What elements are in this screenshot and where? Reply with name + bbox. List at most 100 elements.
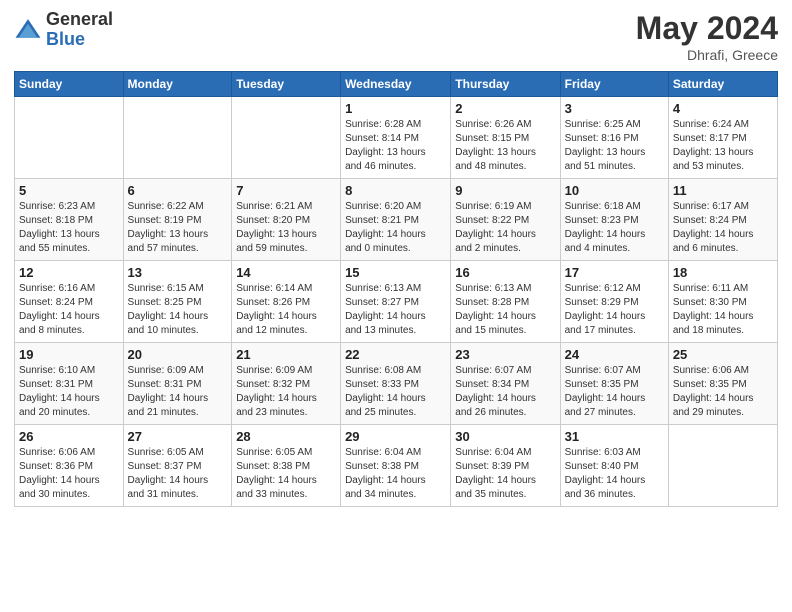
day-info: Sunrise: 6:12 AM Sunset: 8:29 PM Dayligh… <box>565 282 664 338</box>
day-number: 29 <box>345 429 446 444</box>
col-wednesday: Wednesday <box>341 72 451 97</box>
calendar-cell: 26 Sunrise: 6:06 AM Sunset: 8:36 PM Dayli… <box>15 425 124 507</box>
day-info: Sunrise: 6:17 AM Sunset: 8:24 PM Dayligh… <box>673 200 773 256</box>
col-monday: Monday <box>123 72 232 97</box>
logo-icon <box>14 16 42 44</box>
calendar-cell <box>668 425 777 507</box>
calendar-cell: 28 Sunrise: 6:05 AM Sunset: 8:38 PM Dayli… <box>232 425 341 507</box>
day-number: 14 <box>236 265 336 280</box>
calendar-week-0: 1 Sunrise: 6:28 AM Sunset: 8:14 PM Daylig… <box>15 97 778 179</box>
calendar-cell: 21Sunrise: 6:09 AM Sunset: 8:32 PM Dayli… <box>232 343 341 425</box>
calendar-cell: 20Sunrise: 6:09 AM Sunset: 8:31 PM Dayli… <box>123 343 232 425</box>
day-number: 6 <box>128 183 228 198</box>
calendar-location: Dhrafi, Greece <box>636 47 778 63</box>
day-info: Sunrise: 6:23 AM Sunset: 8:18 PM Dayligh… <box>19 200 119 256</box>
calendar-cell: 16 Sunrise: 6:13 AM Sunset: 8:28 PM Dayli… <box>451 261 560 343</box>
day-info: Sunrise: 6:05 AM Sunset: 8:38 PM Dayligh… <box>236 446 336 502</box>
title-block: May 2024 Dhrafi, Greece <box>636 10 778 63</box>
col-thursday: Thursday <box>451 72 560 97</box>
day-number: 26 <box>19 429 119 444</box>
day-number: 17 <box>565 265 664 280</box>
calendar-cell: 22Sunrise: 6:08 AM Sunset: 8:33 PM Dayli… <box>341 343 451 425</box>
calendar-week-1: 5 Sunrise: 6:23 AM Sunset: 8:18 PM Daylig… <box>15 179 778 261</box>
day-number: 7 <box>236 183 336 198</box>
calendar-cell: 6 Sunrise: 6:22 AM Sunset: 8:19 PM Daylig… <box>123 179 232 261</box>
day-number: 31 <box>565 429 664 444</box>
day-info: Sunrise: 6:10 AM Sunset: 8:31 PM Dayligh… <box>19 364 119 420</box>
day-info: Sunrise: 6:07 AM Sunset: 8:34 PM Dayligh… <box>455 364 555 420</box>
calendar-header-row: Sunday Monday Tuesday Wednesday Thursday… <box>15 72 778 97</box>
calendar-week-2: 12 Sunrise: 6:16 AM Sunset: 8:24 PM Dayli… <box>15 261 778 343</box>
day-number: 1 <box>345 101 446 116</box>
day-number: 21 <box>236 347 336 362</box>
day-info: Sunrise: 6:13 AM Sunset: 8:27 PM Dayligh… <box>345 282 446 338</box>
calendar-cell: 11 Sunrise: 6:17 AM Sunset: 8:24 PM Dayli… <box>668 179 777 261</box>
calendar-cell: 8Sunrise: 6:20 AM Sunset: 8:21 PM Daylig… <box>341 179 451 261</box>
col-tuesday: Tuesday <box>232 72 341 97</box>
calendar-cell: 15 Sunrise: 6:13 AM Sunset: 8:27 PM Dayli… <box>341 261 451 343</box>
day-number: 19 <box>19 347 119 362</box>
col-saturday: Saturday <box>668 72 777 97</box>
day-number: 30 <box>455 429 555 444</box>
day-info: Sunrise: 6:11 AM Sunset: 8:30 PM Dayligh… <box>673 282 773 338</box>
calendar-cell: 13 Sunrise: 6:15 AM Sunset: 8:25 PM Dayli… <box>123 261 232 343</box>
day-info: Sunrise: 6:22 AM Sunset: 8:19 PM Dayligh… <box>128 200 228 256</box>
day-info: Sunrise: 6:13 AM Sunset: 8:28 PM Dayligh… <box>455 282 555 338</box>
day-info: Sunrise: 6:05 AM Sunset: 8:37 PM Dayligh… <box>128 446 228 502</box>
day-info: Sunrise: 6:03 AM Sunset: 8:40 PM Dayligh… <box>565 446 664 502</box>
calendar-cell: 25Sunrise: 6:06 AM Sunset: 8:35 PM Dayli… <box>668 343 777 425</box>
day-number: 11 <box>673 183 773 198</box>
day-info: Sunrise: 6:06 AM Sunset: 8:36 PM Dayligh… <box>19 446 119 502</box>
day-number: 16 <box>455 265 555 280</box>
calendar-cell: 1 Sunrise: 6:28 AM Sunset: 8:14 PM Daylig… <box>341 97 451 179</box>
calendar-cell: 10 Sunrise: 6:18 AM Sunset: 8:23 PM Dayli… <box>560 179 668 261</box>
logo-text: General Blue <box>46 10 113 50</box>
calendar-cell: 4Sunrise: 6:24 AM Sunset: 8:17 PM Daylig… <box>668 97 777 179</box>
logo: General Blue <box>14 10 113 50</box>
calendar-cell: 7 Sunrise: 6:21 AM Sunset: 8:20 PM Daylig… <box>232 179 341 261</box>
calendar-cell: 18Sunrise: 6:11 AM Sunset: 8:30 PM Dayli… <box>668 261 777 343</box>
calendar-week-4: 26 Sunrise: 6:06 AM Sunset: 8:36 PM Dayli… <box>15 425 778 507</box>
calendar-cell: 14Sunrise: 6:14 AM Sunset: 8:26 PM Dayli… <box>232 261 341 343</box>
day-number: 28 <box>236 429 336 444</box>
calendar-cell: 17 Sunrise: 6:12 AM Sunset: 8:29 PM Dayli… <box>560 261 668 343</box>
col-friday: Friday <box>560 72 668 97</box>
day-info: Sunrise: 6:16 AM Sunset: 8:24 PM Dayligh… <box>19 282 119 338</box>
day-info: Sunrise: 6:28 AM Sunset: 8:14 PM Dayligh… <box>345 118 446 174</box>
day-info: Sunrise: 6:18 AM Sunset: 8:23 PM Dayligh… <box>565 200 664 256</box>
day-info: Sunrise: 6:25 AM Sunset: 8:16 PM Dayligh… <box>565 118 664 174</box>
day-info: Sunrise: 6:07 AM Sunset: 8:35 PM Dayligh… <box>565 364 664 420</box>
day-number: 23 <box>455 347 555 362</box>
day-number: 15 <box>345 265 446 280</box>
logo-general-text: General <box>46 10 113 30</box>
calendar-cell: 5 Sunrise: 6:23 AM Sunset: 8:18 PM Daylig… <box>15 179 124 261</box>
calendar-table: Sunday Monday Tuesday Wednesday Thursday… <box>14 71 778 507</box>
day-info: Sunrise: 6:19 AM Sunset: 8:22 PM Dayligh… <box>455 200 555 256</box>
day-info: Sunrise: 6:09 AM Sunset: 8:31 PM Dayligh… <box>128 364 228 420</box>
calendar-cell: 3 Sunrise: 6:25 AM Sunset: 8:16 PM Daylig… <box>560 97 668 179</box>
day-info: Sunrise: 6:21 AM Sunset: 8:20 PM Dayligh… <box>236 200 336 256</box>
calendar-cell: 19 Sunrise: 6:10 AM Sunset: 8:31 PM Dayli… <box>15 343 124 425</box>
day-info: Sunrise: 6:06 AM Sunset: 8:35 PM Dayligh… <box>673 364 773 420</box>
calendar-cell <box>15 97 124 179</box>
calendar-title: May 2024 <box>636 10 778 47</box>
col-sunday: Sunday <box>15 72 124 97</box>
day-number: 9 <box>455 183 555 198</box>
day-number: 5 <box>19 183 119 198</box>
calendar-cell: 9 Sunrise: 6:19 AM Sunset: 8:22 PM Daylig… <box>451 179 560 261</box>
day-info: Sunrise: 6:26 AM Sunset: 8:15 PM Dayligh… <box>455 118 555 174</box>
day-number: 10 <box>565 183 664 198</box>
logo-blue-text: Blue <box>46 30 113 50</box>
calendar-cell: 27Sunrise: 6:05 AM Sunset: 8:37 PM Dayli… <box>123 425 232 507</box>
calendar-cell: 30 Sunrise: 6:04 AM Sunset: 8:39 PM Dayli… <box>451 425 560 507</box>
day-number: 4 <box>673 101 773 116</box>
day-info: Sunrise: 6:15 AM Sunset: 8:25 PM Dayligh… <box>128 282 228 338</box>
day-info: Sunrise: 6:04 AM Sunset: 8:39 PM Dayligh… <box>455 446 555 502</box>
day-number: 22 <box>345 347 446 362</box>
day-number: 3 <box>565 101 664 116</box>
calendar-cell: 31 Sunrise: 6:03 AM Sunset: 8:40 PM Dayli… <box>560 425 668 507</box>
day-number: 2 <box>455 101 555 116</box>
day-number: 13 <box>128 265 228 280</box>
calendar-cell <box>123 97 232 179</box>
day-number: 12 <box>19 265 119 280</box>
